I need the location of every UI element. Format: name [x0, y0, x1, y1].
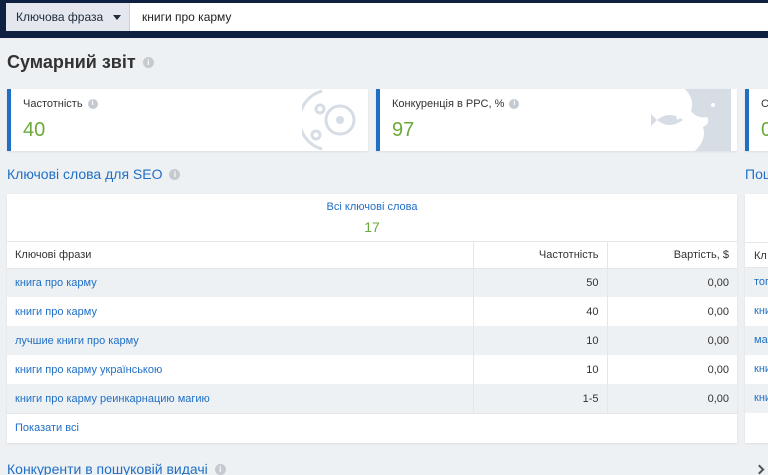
- show-all-link[interactable]: Показати всі: [7, 413, 737, 441]
- frequency-cell: 50: [473, 268, 608, 297]
- cost-cell: 0,00: [607, 326, 737, 355]
- all-keywords-summary: Всі ключові слова 17: [7, 194, 737, 242]
- column-header-frequency[interactable]: Частотність: [473, 242, 608, 269]
- fish-icon: [651, 89, 731, 151]
- frequency-card-label: Частотність: [23, 98, 83, 110]
- keyword-link[interactable]: книга про карму: [15, 277, 97, 289]
- chevron-down-icon: [113, 14, 121, 20]
- cost-cell: 0,00: [707, 305, 729, 318]
- cost-cell: 0,00: [607, 384, 737, 413]
- seo-section-title-wrap: Ключові слова для SEO i: [7, 166, 181, 182]
- column-header-phrases[interactable]: Ключові фрази: [7, 242, 474, 269]
- phrase-cell: книги про карму: [7, 297, 474, 326]
- side-section-title-wrap: Пош: [745, 166, 768, 182]
- list-item[interactable]: кни: [745, 384, 768, 413]
- search-input[interactable]: [130, 3, 768, 31]
- page-title-wrap: Сумарний звіт i: [7, 52, 154, 73]
- side-panel-header: Кл: [745, 242, 768, 268]
- phrase-cell: книга про карму: [7, 268, 474, 297]
- info-icon[interactable]: i: [509, 99, 520, 109]
- search-mode-label: Ключова фраза: [16, 10, 104, 24]
- ppc-competition-card: Конкуренція в PPC, % i 97: [376, 89, 737, 151]
- phrase-cell: книги про карму реинкарнацию магию: [7, 384, 474, 413]
- table-row: книга про карму 50 0,00: [7, 268, 737, 297]
- search-bar: Ключова фраза: [6, 3, 768, 31]
- cost-cell: 0,00: [607, 268, 737, 297]
- frequency-cell: 40: [473, 297, 608, 326]
- list-item[interactable]: топ: [745, 268, 768, 297]
- ppc-competition-card-value: 97: [392, 119, 415, 141]
- phrase-cell: лучшие книги про карму: [7, 326, 474, 355]
- keyword-link[interactable]: книги про карму українською: [15, 364, 162, 376]
- all-keywords-link[interactable]: Всі ключові слова: [7, 194, 737, 213]
- keyword-link[interactable]: книги про карму: [15, 306, 97, 318]
- table-row: лучшие книги про карму 10 0,00: [7, 326, 737, 355]
- table-row: книги про карму українською 10 0,00: [7, 355, 737, 384]
- frequency-card-label-wrap: Частотність i: [23, 98, 98, 110]
- keyword-link[interactable]: книги про карму реинкарнацию магию: [15, 393, 210, 405]
- column-header-cost[interactable]: Вартість, $: [607, 242, 737, 269]
- third-card-label-wrap: С: [761, 98, 768, 110]
- keyword-link[interactable]: лучшие книги про карму: [15, 335, 139, 347]
- table-row: книги про карму реинкарнацию магию 1-5 0…: [7, 384, 737, 413]
- third-card-label: С: [761, 98, 768, 110]
- seo-keywords-panel: Всі ключові слова 17 Ключові фрази Часто…: [7, 194, 737, 443]
- side-section-title: Пош: [745, 166, 768, 182]
- ppc-competition-card-label-wrap: Конкуренція в PPC, % i: [392, 98, 520, 110]
- keywords-table: Ключові фрази Частотність Вартість, $ кн…: [7, 242, 737, 413]
- target-icon: [302, 89, 356, 151]
- frequency-cell: 10: [473, 326, 608, 355]
- list-item[interactable]: кни: [745, 355, 768, 384]
- search-mode-dropdown[interactable]: Ключова фраза: [6, 3, 130, 31]
- list-item[interactable]: кни: [745, 297, 768, 326]
- competitors-section-title: Конкуренти в пошуковій видачі: [7, 461, 208, 475]
- info-icon[interactable]: i: [142, 57, 154, 68]
- list-item[interactable]: ма: [745, 326, 768, 355]
- chevron-right-icon[interactable]: [754, 464, 765, 475]
- all-keywords-count: 17: [364, 219, 380, 235]
- cost-cell: 0,00: [707, 363, 729, 376]
- info-icon[interactable]: i: [214, 463, 226, 475]
- frequency-cell: 10: [473, 355, 608, 384]
- frequency-card-value: 40: [23, 119, 46, 141]
- side-panel-rows: топ кни ма кни кни: [745, 268, 768, 413]
- table-row: книги про карму 40 0,00: [7, 297, 737, 326]
- frequency-cell: 1-5: [473, 384, 608, 413]
- third-card: С 0: [745, 89, 768, 151]
- top-bar: Ключова фраза: [0, 0, 768, 38]
- frequency-card: Частотність i 40: [7, 89, 368, 151]
- phrase-cell: книги про карму українською: [7, 355, 474, 384]
- seo-section-title: Ключові слова для SEO: [7, 166, 163, 182]
- info-icon[interactable]: i: [169, 168, 181, 180]
- ppc-competition-card-label: Конкуренція в PPC, %: [392, 98, 505, 110]
- info-icon[interactable]: i: [87, 99, 98, 109]
- third-card-value: 0: [761, 119, 768, 142]
- competitors-section-title-wrap: Конкуренти в пошуковій видачі i: [7, 461, 226, 475]
- side-panel: Кл топ кни ма кни кни: [745, 194, 768, 443]
- table-header-row: Ключові фрази Частотність Вартість, $: [7, 242, 737, 269]
- page-title: Сумарний звіт: [7, 52, 136, 72]
